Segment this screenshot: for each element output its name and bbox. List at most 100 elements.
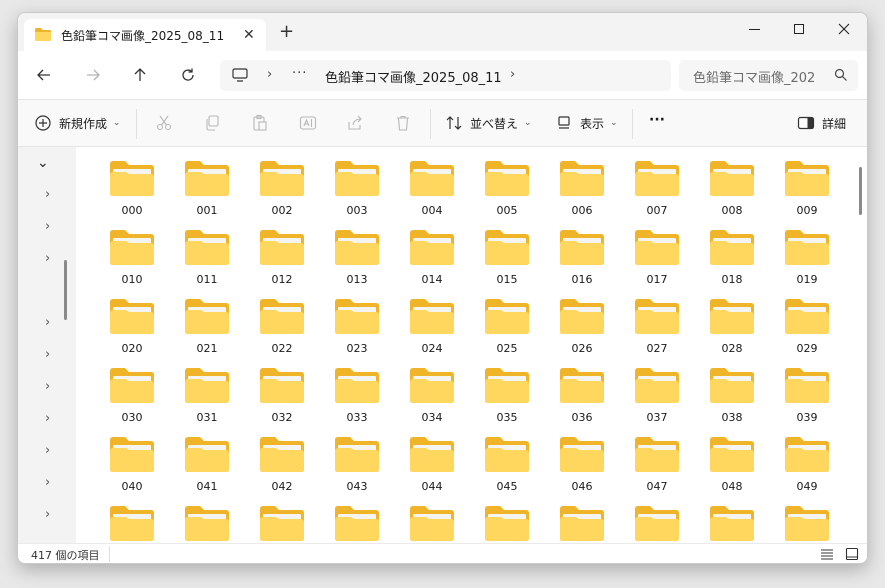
folder-item[interactable]: 047: [620, 423, 690, 493]
folder-item[interactable]: 004: [395, 147, 465, 217]
folder-item[interactable]: 008: [695, 147, 765, 217]
folder-item[interactable]: 028: [695, 285, 765, 355]
chevron-right-icon[interactable]: ›: [45, 475, 50, 490]
refresh-button[interactable]: [178, 65, 198, 85]
chevron-right-icon[interactable]: ›: [267, 67, 272, 82]
chevron-right-icon[interactable]: ›: [45, 379, 50, 394]
chevron-right-icon[interactable]: ›: [45, 251, 50, 266]
folder-item[interactable]: [170, 492, 240, 543]
chevron-right-icon[interactable]: ›: [45, 219, 50, 234]
folder-item[interactable]: 014: [395, 216, 465, 286]
folder-item[interactable]: 019: [770, 216, 840, 286]
folder-item[interactable]: 020: [95, 285, 165, 355]
details-view-icon[interactable]: [820, 547, 834, 561]
folder-item[interactable]: 042: [245, 423, 315, 493]
vertical-scrollbar[interactable]: [859, 167, 862, 215]
view-button[interactable]: 表示 ⌄: [555, 114, 618, 132]
folder-item[interactable]: 024: [395, 285, 465, 355]
close-tab-icon[interactable]: ✕: [243, 27, 255, 43]
cut-button[interactable]: [155, 114, 173, 132]
rename-button[interactable]: [299, 114, 317, 132]
folder-item[interactable]: [695, 492, 765, 543]
folder-item[interactable]: 032: [245, 354, 315, 424]
folder-item[interactable]: 037: [620, 354, 690, 424]
close-window-button[interactable]: [830, 17, 858, 41]
folder-item[interactable]: 001: [170, 147, 240, 217]
folder-item[interactable]: 036: [545, 354, 615, 424]
folder-item[interactable]: 038: [695, 354, 765, 424]
folder-item[interactable]: 017: [620, 216, 690, 286]
chevron-right-icon[interactable]: ›: [45, 315, 50, 330]
folder-item[interactable]: [470, 492, 540, 543]
chevron-right-icon[interactable]: ›: [45, 187, 50, 202]
folder-item[interactable]: 012: [245, 216, 315, 286]
folder-item[interactable]: 048: [695, 423, 765, 493]
folder-item[interactable]: 035: [470, 354, 540, 424]
folder-item[interactable]: 000: [95, 147, 165, 217]
folder-item[interactable]: [320, 492, 390, 543]
tab-current-folder[interactable]: 色鉛筆コマ画像_2025_08_11 ✕: [24, 19, 266, 51]
chevron-right-icon[interactable]: ›: [510, 67, 515, 82]
more-options-button[interactable]: ···: [649, 112, 665, 128]
folder-item[interactable]: 043: [320, 423, 390, 493]
folder-item[interactable]: 018: [695, 216, 765, 286]
new-button[interactable]: 新規作成 ⌄: [34, 114, 121, 132]
folder-item[interactable]: 013: [320, 216, 390, 286]
path-overflow-button[interactable]: ···: [292, 66, 307, 81]
folder-item[interactable]: [395, 492, 465, 543]
folder-item[interactable]: 009: [770, 147, 840, 217]
folder-item[interactable]: 030: [95, 354, 165, 424]
folder-item[interactable]: 003: [320, 147, 390, 217]
chevron-right-icon[interactable]: ›: [45, 507, 50, 522]
forward-button[interactable]: [83, 65, 103, 85]
folder-item[interactable]: 016: [545, 216, 615, 286]
share-button[interactable]: [346, 114, 364, 132]
folder-item[interactable]: 029: [770, 285, 840, 355]
details-pane-button[interactable]: 詳細: [797, 114, 846, 132]
folder-item[interactable]: 005: [470, 147, 540, 217]
folder-item[interactable]: 023: [320, 285, 390, 355]
minimize-button[interactable]: [740, 17, 768, 41]
search-input[interactable]: 色鉛筆コマ画像_202: [679, 60, 858, 91]
folder-item[interactable]: 033: [320, 354, 390, 424]
folder-item[interactable]: 010: [95, 216, 165, 286]
folder-item[interactable]: 041: [170, 423, 240, 493]
address-bar[interactable]: › ··· 色鉛筆コマ画像_2025_08_11 ›: [220, 60, 671, 91]
folder-item[interactable]: 002: [245, 147, 315, 217]
new-tab-button[interactable]: +: [279, 23, 294, 41]
folder-item[interactable]: 022: [245, 285, 315, 355]
folder-item[interactable]: 044: [395, 423, 465, 493]
folder-item[interactable]: 031: [170, 354, 240, 424]
back-button[interactable]: [34, 65, 54, 85]
folder-item[interactable]: 015: [470, 216, 540, 286]
folder-item[interactable]: 007: [620, 147, 690, 217]
folder-item[interactable]: 011: [170, 216, 240, 286]
breadcrumb-current-folder[interactable]: 色鉛筆コマ画像_2025_08_11: [325, 67, 502, 86]
folder-item[interactable]: 027: [620, 285, 690, 355]
folder-item[interactable]: 006: [545, 147, 615, 217]
paste-button[interactable]: [251, 114, 269, 132]
folder-item[interactable]: 021: [170, 285, 240, 355]
maximize-button[interactable]: [785, 17, 813, 41]
folder-item[interactable]: 046: [545, 423, 615, 493]
folder-item[interactable]: [245, 492, 315, 543]
navigation-scrollbar[interactable]: [64, 260, 67, 320]
chevron-right-icon[interactable]: ›: [45, 443, 50, 458]
folder-item[interactable]: 040: [95, 423, 165, 493]
chevron-right-icon[interactable]: ›: [45, 347, 50, 362]
folder-item[interactable]: 045: [470, 423, 540, 493]
folder-item[interactable]: [545, 492, 615, 543]
chevron-right-icon[interactable]: ›: [45, 411, 50, 426]
folder-item[interactable]: 026: [545, 285, 615, 355]
folder-item[interactable]: [95, 492, 165, 543]
copy-button[interactable]: [203, 114, 221, 132]
large-icons-view-icon[interactable]: [845, 547, 859, 561]
folder-item[interactable]: 025: [470, 285, 540, 355]
folder-item[interactable]: 049: [770, 423, 840, 493]
folder-item[interactable]: 039: [770, 354, 840, 424]
folder-item[interactable]: [770, 492, 840, 543]
sort-button[interactable]: 並べ替え ⌄: [445, 114, 532, 132]
folder-item[interactable]: [620, 492, 690, 543]
chevron-down-icon[interactable]: ⌄: [37, 155, 49, 171]
up-button[interactable]: [130, 65, 150, 85]
